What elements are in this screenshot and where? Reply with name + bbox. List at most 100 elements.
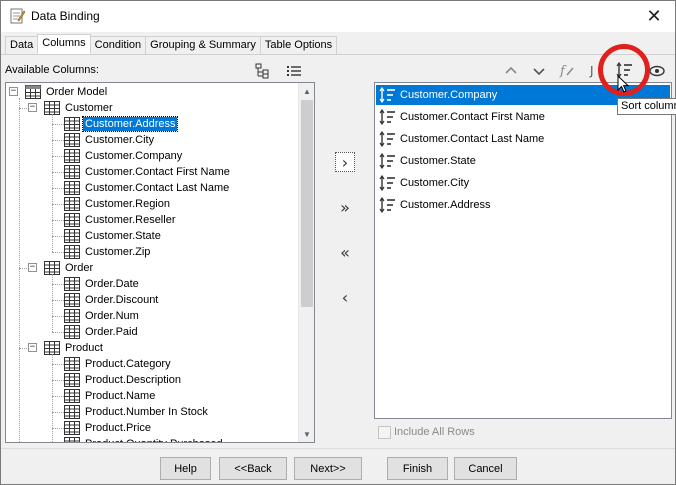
tree-item-label: Order: [65, 262, 94, 274]
table-icon: [64, 389, 80, 403]
tab-condition[interactable]: Condition: [89, 36, 147, 55]
selected-column-row[interactable]: Customer.Contact Last Name: [376, 129, 670, 149]
move-up-icon[interactable]: [502, 63, 520, 79]
sort-column-icon: [379, 87, 395, 103]
tree-node-group-product[interactable]: Product: [44, 340, 105, 356]
remove-column-button[interactable]: ‹: [335, 287, 355, 307]
table-icon: [64, 213, 80, 227]
tree-item-label: Product.Name: [85, 390, 156, 402]
tree-node-column[interactable]: Customer.Zip: [64, 244, 152, 260]
tree-node-order-model[interactable]: Order Model: [25, 84, 109, 100]
move-down-icon[interactable]: [530, 63, 548, 79]
tree-item-label: Product: [65, 342, 103, 354]
tab-grouping-summary[interactable]: Grouping & Summary: [145, 36, 261, 55]
tree-node-column[interactable]: Order.Paid: [64, 324, 140, 340]
tree-view-icon[interactable]: [254, 63, 272, 79]
next-button[interactable]: Next>>: [294, 457, 362, 480]
tree-connector: [52, 172, 64, 173]
expand-group-order[interactable]: −: [28, 263, 37, 272]
selected-column-row[interactable]: Customer.State: [376, 151, 670, 171]
tree-node-column[interactable]: Customer.State: [64, 228, 163, 244]
tree-item-label: Customer.Contact First Name: [85, 166, 230, 178]
sort-column-icon: [379, 153, 395, 169]
selected-column-row[interactable]: Customer.City: [376, 173, 670, 193]
expand-group-customer[interactable]: −: [28, 103, 37, 112]
table-icon: [64, 309, 80, 323]
tree-node-column[interactable]: Product.Description: [64, 372, 183, 388]
tree-node-column[interactable]: Customer.Contact Last Name: [64, 180, 231, 196]
tree-node-column[interactable]: Product.Quantity Purchased: [64, 436, 225, 442]
selected-column-row[interactable]: Customer.Address: [376, 195, 670, 215]
include-all-rows-label: Include All Rows: [394, 426, 475, 438]
tree-node-group-customer[interactable]: Customer: [44, 100, 115, 116]
table-icon: [44, 261, 60, 275]
tab-data[interactable]: Data: [5, 36, 39, 55]
tree-item-label: Customer.Contact Last Name: [85, 182, 230, 194]
tree-item-label: Product.Price: [85, 422, 152, 434]
sort-column-icon: [379, 109, 395, 125]
tree-node-column[interactable]: Order.Num: [64, 308, 141, 324]
list-view-icon[interactable]: [285, 63, 303, 79]
help-button[interactable]: Help: [160, 457, 211, 480]
tree-node-column[interactable]: Customer.Company: [64, 148, 184, 164]
tree-node-column[interactable]: Customer.City: [64, 132, 156, 148]
expand-group-product[interactable]: −: [28, 343, 37, 352]
table-icon: [64, 405, 80, 419]
scroll-up-icon[interactable]: ▲: [299, 83, 314, 99]
add-all-columns-button[interactable]: »: [335, 197, 355, 217]
table-icon: [64, 293, 80, 307]
tree-node-column[interactable]: Customer.Region: [64, 196, 172, 212]
table-icon: [64, 229, 80, 243]
tree-connector: [52, 274, 53, 332]
selected-column-label: Customer.Address: [400, 199, 491, 211]
tree-node-column[interactable]: Order.Date: [64, 276, 141, 292]
tree-item-label: Customer: [65, 102, 113, 114]
sort-column-tooltip: Sort column: [617, 98, 676, 115]
add-column-button[interactable]: ›: [335, 152, 355, 172]
expand-order-model[interactable]: −: [9, 87, 18, 96]
tree-scrollbar[interactable]: ▲ ▼: [298, 83, 314, 442]
finish-button[interactable]: Finish: [387, 457, 448, 480]
tree-item-label: Customer.Company: [85, 150, 183, 162]
include-all-rows-checkbox[interactable]: [378, 426, 391, 439]
tree-node-column[interactable]: Order.Discount: [64, 292, 160, 308]
table-icon: [64, 117, 80, 131]
tree-node-column[interactable]: Customer.Contact First Name: [64, 164, 232, 180]
cancel-button[interactable]: Cancel: [454, 457, 517, 480]
tree-connector: [52, 220, 64, 221]
tree-node-column[interactable]: Customer.Reseller: [64, 212, 177, 228]
table-icon: [64, 325, 80, 339]
tree-node-column[interactable]: Customer.Address: [64, 116, 179, 132]
tree-connector: [52, 188, 64, 189]
close-button[interactable]: ✕: [639, 4, 669, 28]
mouse-pointer-icon: [617, 75, 630, 93]
tree-node-column[interactable]: Product.Name: [64, 388, 157, 404]
tree-connector: [52, 114, 53, 252]
selected-columns-list[interactable]: Customer.Company Customer.Contact First N…: [374, 82, 672, 419]
tree-node-column[interactable]: Product.Number In Stock: [64, 404, 210, 420]
sort-column-icon: [379, 131, 395, 147]
available-columns-tree[interactable]: ▲ ▼ − Order Model − Customer Customer.Addres…: [5, 82, 315, 443]
remove-all-columns-button[interactable]: «: [335, 242, 355, 262]
selected-column-label: Customer.Company: [400, 89, 498, 101]
scroll-down-icon[interactable]: ▼: [299, 426, 314, 442]
tree-node-column[interactable]: Product.Price: [64, 420, 153, 436]
tab-strip: Data Columns Condition Grouping & Summar…: [5, 34, 338, 55]
tree-connector: [52, 316, 64, 317]
tree-item-label: Product.Quantity Purchased: [83, 437, 225, 442]
table-icon: [64, 357, 80, 371]
selected-column-label: Customer.City: [400, 177, 470, 189]
tree-connector: [19, 98, 20, 442]
tree-connector: [52, 300, 64, 301]
available-columns-label: Available Columns:: [5, 64, 99, 76]
tab-table-options[interactable]: Table Options: [259, 36, 338, 55]
tab-columns[interactable]: Columns: [37, 34, 91, 54]
visibility-icon[interactable]: [648, 63, 666, 79]
scroll-thumb[interactable]: [301, 100, 313, 307]
tree-node-column[interactable]: Product.Category: [64, 356, 173, 372]
selected-column-label: Customer.State: [400, 155, 476, 167]
back-button[interactable]: <<Back: [219, 457, 287, 480]
tree-item-label: Order.Date: [85, 278, 139, 290]
tree-item-label: Order.Discount: [85, 294, 159, 306]
formula-icon[interactable]: f: [558, 62, 576, 78]
